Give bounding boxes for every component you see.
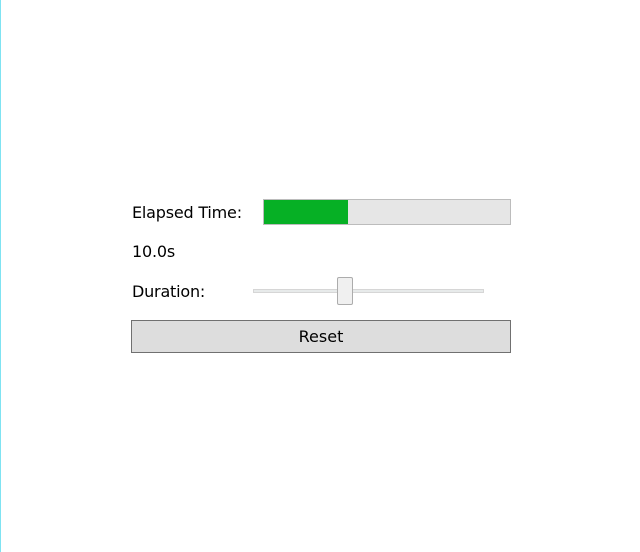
duration-label: Duration: [132, 282, 206, 301]
elapsed-time-label: Elapsed Time: [132, 203, 242, 222]
duration-slider[interactable] [253, 276, 484, 306]
timer-window: Elapsed Time: 10.0s Duration: Reset [0, 0, 640, 552]
duration-slider-thumb[interactable] [337, 277, 354, 305]
reset-button[interactable]: Reset [131, 320, 511, 353]
elapsed-time-value: 10.0s [132, 242, 175, 261]
elapsed-time-progress-fill [264, 200, 348, 224]
duration-slider-track[interactable] [253, 289, 484, 293]
elapsed-time-progress-bar [263, 199, 511, 225]
